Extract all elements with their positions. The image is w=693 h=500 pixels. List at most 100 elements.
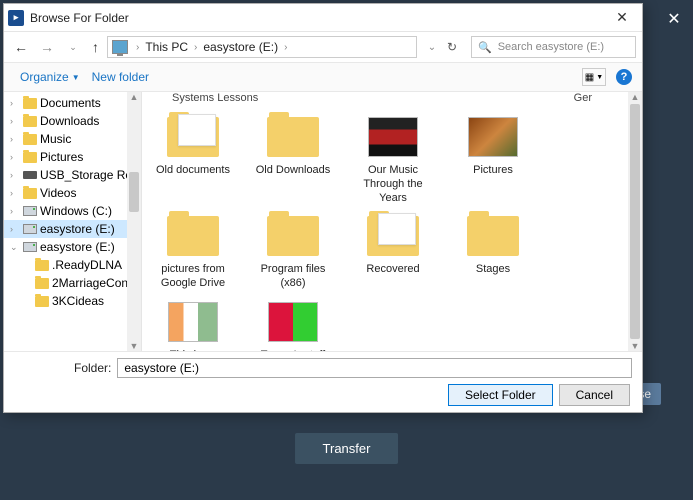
back-button[interactable]: ←: [10, 36, 32, 58]
folder-icon: [23, 186, 37, 200]
folder-item[interactable]: Old Downloads: [252, 114, 334, 205]
bg-close-icon[interactable]: ✕: [660, 5, 688, 33]
folder-label: Tracey's stuff: [261, 349, 325, 351]
folder-icon: [165, 299, 221, 345]
tree-item-label: easystore (E:): [40, 240, 115, 254]
folder-tree[interactable]: ▲ ▼ ›Documents›Downloads›Music›Pictures›…: [4, 92, 142, 351]
view-options-button[interactable]: ▦▼: [582, 68, 606, 86]
tree-item[interactable]: ›easystore (E:): [4, 220, 141, 238]
expand-caret-icon[interactable]: ›: [10, 224, 20, 234]
search-placeholder: Search easystore (E:): [498, 41, 604, 53]
search-input[interactable]: 🔍 Search easystore (E:): [471, 36, 636, 58]
folder-icon: [35, 258, 49, 272]
recent-dropdown-icon[interactable]: ⌄: [62, 36, 84, 58]
titlebar: ▸ Browse For Folder ✕: [4, 4, 642, 32]
folder-item[interactable]: Our Music Through the Years: [352, 114, 434, 205]
expand-caret-icon[interactable]: ›: [10, 206, 20, 216]
tree-item[interactable]: ›USB_Storage Re: [4, 166, 141, 184]
tree-item[interactable]: ⌄ easystore (E:): [4, 238, 141, 256]
close-icon[interactable]: ✕: [606, 9, 638, 26]
drive-icon: [23, 222, 37, 236]
browse-folder-dialog: ▸ Browse For Folder ✕ ← → ⌄ ↑ › This PC …: [3, 3, 643, 413]
chevron-down-icon: ▼: [72, 73, 80, 82]
app-icon: ▸: [8, 10, 24, 26]
breadcrumb[interactable]: › This PC › easystore (E:) ›: [107, 36, 417, 58]
scrollbar-thumb[interactable]: [129, 172, 139, 212]
navigation-bar: ← → ⌄ ↑ › This PC › easystore (E:) › ⌄ ↻…: [4, 32, 642, 62]
scrollbar-thumb[interactable]: [630, 104, 640, 339]
expand-caret-icon[interactable]: ›: [10, 152, 20, 162]
file-list[interactable]: Systems Lessons Ger Old documents Old Dow…: [142, 92, 642, 351]
expand-caret-icon[interactable]: ›: [10, 116, 20, 126]
folder-icon: [165, 114, 221, 160]
folder-path-input[interactable]: [117, 358, 632, 378]
drive-icon: [23, 240, 37, 254]
chevron-right-icon: ›: [132, 42, 143, 53]
forward-button: →: [36, 36, 58, 58]
window-title: Browse For Folder: [30, 11, 606, 25]
folder-icon: [35, 294, 49, 308]
truncated-row: Systems Lessons Ger: [152, 92, 632, 104]
up-button[interactable]: ↑: [88, 39, 103, 55]
tree-item-label: Documents: [40, 96, 101, 110]
folder-item[interactable]: Program files (x86): [252, 213, 334, 291]
folder-icon: [265, 213, 321, 259]
folder-icon: [365, 114, 421, 160]
folder-item[interactable]: Stages: [452, 213, 534, 291]
tree-item[interactable]: .ReadyDLNA: [4, 256, 141, 274]
content-area: ▲ ▼ ›Documents›Downloads›Music›Pictures›…: [4, 92, 642, 351]
folder-label: pictures from Google Drive: [152, 263, 234, 291]
expand-caret-icon[interactable]: ›: [10, 134, 20, 144]
tree-item-label: Windows (C:): [40, 204, 112, 218]
select-folder-button[interactable]: Select Folder: [448, 384, 553, 406]
chevron-right-icon: ›: [280, 42, 291, 53]
tree-item-label: 2MarriageConfe: [52, 276, 138, 290]
new-folder-button[interactable]: New folder: [86, 67, 155, 87]
breadcrumb-current[interactable]: easystore (E:): [203, 40, 278, 54]
tree-item[interactable]: ›Videos: [4, 184, 141, 202]
folder-label: Old documents: [156, 164, 230, 178]
search-icon: 🔍: [478, 41, 492, 54]
organize-menu[interactable]: Organize▼: [14, 67, 86, 87]
expand-caret-icon[interactable]: ›: [10, 188, 20, 198]
tree-item-label: Downloads: [40, 114, 99, 128]
folder-label: Pictures: [473, 164, 513, 178]
breadcrumb-root[interactable]: This PC: [145, 40, 188, 54]
tree-item-label: .ReadyDLNA: [52, 258, 122, 272]
folder-item[interactable]: Pictures: [452, 114, 534, 205]
tree-scrollbar[interactable]: ▲ ▼: [127, 92, 141, 351]
folder-field-label: Folder:: [14, 361, 111, 375]
folder-icon: [35, 276, 49, 290]
folder-item[interactable]: Recovered: [352, 213, 434, 291]
cancel-button[interactable]: Cancel: [559, 384, 630, 406]
folder-icon: [23, 96, 37, 110]
tree-item-label: Music: [40, 132, 71, 146]
breadcrumb-dropdown-icon[interactable]: ⌄: [421, 36, 443, 58]
expand-caret-icon[interactable]: ›: [10, 170, 20, 180]
folder-item[interactable]: This is us lessons: [152, 299, 234, 351]
folder-icon: [23, 150, 37, 164]
refresh-button[interactable]: ↻: [447, 40, 467, 54]
tree-item[interactable]: 2MarriageConfe: [4, 274, 141, 292]
tree-item[interactable]: › Music: [4, 130, 141, 148]
chevron-right-icon: ›: [190, 42, 201, 53]
folder-label: Stages: [476, 263, 510, 277]
folder-label: Old Downloads: [256, 164, 331, 178]
help-icon[interactable]: ?: [616, 69, 632, 85]
drive-icon: [23, 204, 37, 218]
tree-item[interactable]: › Windows (C:): [4, 202, 141, 220]
tree-item-label: 3KCideas: [52, 294, 104, 308]
folder-item[interactable]: pictures from Google Drive: [152, 213, 234, 291]
tree-item[interactable]: › Downloads: [4, 112, 141, 130]
folder-icon: [265, 299, 321, 345]
bg-transfer-button[interactable]: Transfer: [295, 433, 399, 464]
tree-item[interactable]: ›Pictures: [4, 148, 141, 166]
expand-caret-icon[interactable]: ›: [10, 98, 20, 108]
expand-caret-icon[interactable]: ⌄: [10, 242, 20, 253]
tree-item[interactable]: 3KCideas: [4, 292, 141, 310]
folder-item[interactable]: Old documents: [152, 114, 234, 205]
folder-item[interactable]: Tracey's stuff: [252, 299, 334, 351]
tree-item[interactable]: › Documents: [4, 94, 141, 112]
folder-icon: [23, 114, 37, 128]
files-scrollbar[interactable]: ▲ ▼: [628, 92, 642, 351]
